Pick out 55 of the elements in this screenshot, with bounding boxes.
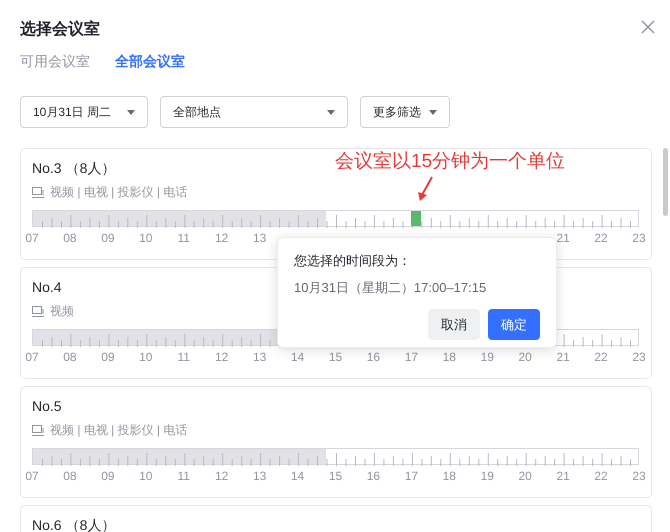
hour-label: 07 <box>24 230 40 246</box>
hour-label: 19 <box>480 468 495 484</box>
hour-label: 15 <box>328 468 344 484</box>
hour-label: 10 <box>138 230 154 246</box>
equipment-list: 视频 <box>50 302 74 320</box>
annotation-text: 会议室以15分钟为一个单位 <box>335 150 566 174</box>
hour-label: 23 <box>631 468 647 484</box>
hour-label: 16 <box>366 468 382 484</box>
room-name: No.4 <box>32 279 62 295</box>
hour-label: 22 <box>593 349 609 365</box>
hour-label: 10 <box>138 468 154 484</box>
hour-label: 18 <box>442 349 457 365</box>
hour-label: 09 <box>100 468 116 484</box>
hour-label: 09 <box>100 230 116 246</box>
hour-label: 19 <box>480 349 495 365</box>
hour-label: 09 <box>100 349 116 365</box>
hour-label: 13 <box>252 468 268 484</box>
hour-label: 12 <box>214 230 230 246</box>
hour-label: 12 <box>214 468 230 484</box>
hour-label: 21 <box>555 349 571 365</box>
selected-time-text: 10月31日（星期二）17:00–17:15 <box>294 279 488 297</box>
hour-label: 08 <box>62 468 78 484</box>
hour-label: 11 <box>176 468 191 484</box>
equipment-list: 视频 | 电视 | 投影仪 | 电话 <box>50 421 188 439</box>
hour-label: 21 <box>555 230 571 246</box>
hour-label: 07 <box>24 468 40 484</box>
hour-label: 22 <box>593 468 609 484</box>
hour-label: 17 <box>404 349 420 365</box>
hour-label: 12 <box>214 349 230 365</box>
room-capacity: （8人） <box>66 160 116 176</box>
hour-label: 13 <box>252 230 268 246</box>
hour-label: 13 <box>252 349 268 365</box>
hour-label: 22 <box>593 230 609 246</box>
room-name: No.5 <box>32 398 62 414</box>
hour-label: 14 <box>290 468 306 484</box>
hour-label: 17 <box>404 468 420 484</box>
equipment-list: 视频 | 电视 | 投影仪 | 电话 <box>50 183 188 201</box>
hour-label: 20 <box>518 349 533 365</box>
hour-label: 23 <box>631 230 647 246</box>
hour-label: 20 <box>518 468 533 484</box>
hour-label: 18 <box>442 468 457 484</box>
room-name: No.6 <box>32 517 62 532</box>
hour-label: 10 <box>138 349 154 365</box>
room-name: No.3 <box>32 160 62 176</box>
hour-label: 07 <box>24 349 40 365</box>
hour-label: 11 <box>176 349 191 365</box>
hour-label: 14 <box>290 349 306 365</box>
hour-label: 08 <box>62 230 78 246</box>
dialog-title: 选择会议室 <box>20 19 100 40</box>
hour-label: 11 <box>176 230 191 246</box>
hour-label: 21 <box>555 468 571 484</box>
hour-label: 23 <box>631 349 647 365</box>
hour-label: 16 <box>366 349 382 365</box>
hour-label: 15 <box>328 349 344 365</box>
hour-label: 08 <box>62 349 78 365</box>
